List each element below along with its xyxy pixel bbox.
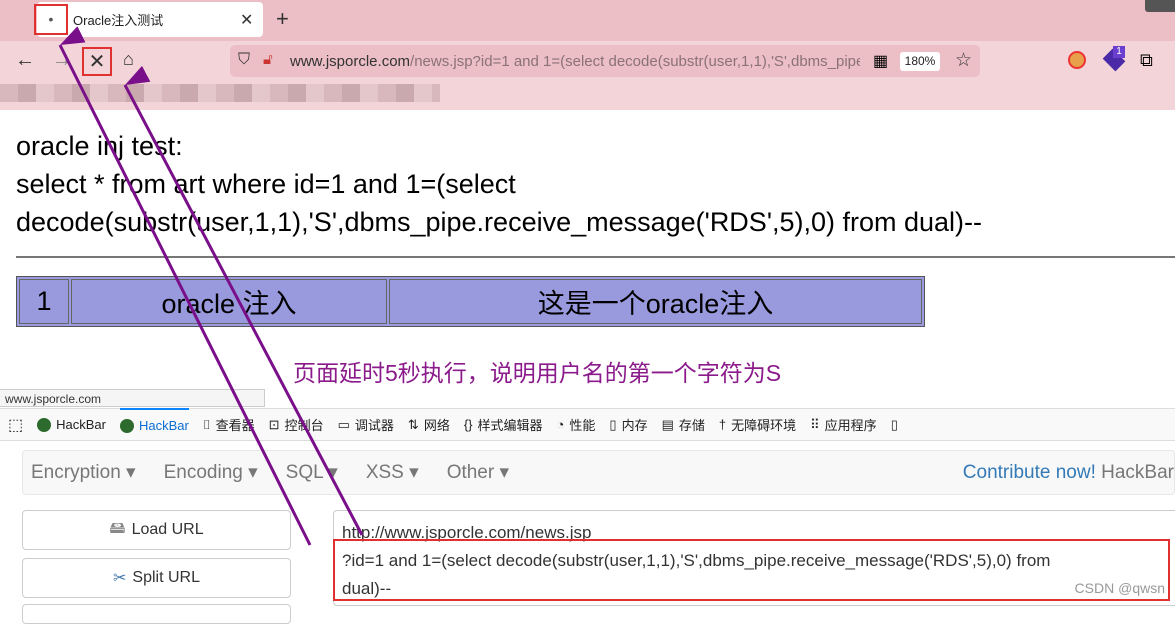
stop-icon[interactable]: ✕ (82, 47, 112, 76)
tab-storage[interactable]: ▤ 存储 (662, 408, 705, 441)
tab-network[interactable]: ⇅ 网络 (408, 408, 450, 441)
split-url-button[interactable]: ✂︎ Split URL (22, 558, 291, 598)
tab-active[interactable]: Oracle注入测试 (37, 2, 263, 37)
inspector-icon: ⌷ (202, 416, 211, 432)
load-icon: 🖴︎ (109, 519, 126, 537)
result-table: 1 oracle 注入 这是一个oracle注入 (16, 276, 925, 327)
tab-memory[interactable]: ▯ 内存 (609, 408, 647, 441)
hackbar-menu: Encryption ▾ Encoding ▾ SQL ▾ XSS ▾ Othe… (22, 450, 1175, 495)
status-url: www.jsporcle.com (0, 389, 265, 407)
extensions-puzzle-icon[interactable]: ⧉ (1140, 50, 1153, 71)
blocked-extension-icon[interactable] (1068, 51, 1086, 69)
tab-title: Oracle注入测试 (73, 13, 164, 28)
new-tab-button[interactable]: + (276, 6, 289, 32)
table-cell: oracle 注入 (71, 279, 387, 324)
load-url-button[interactable]: 🖴︎ Load URL (22, 510, 291, 550)
tab-application[interactable]: ⠿ 应用程序 (810, 408, 877, 441)
zoom-level[interactable]: 180% (900, 52, 940, 71)
bookmarks-bar-blurred (0, 84, 440, 102)
devtools-toolbar: ⬚ HackBar HackBar ⌷ 查看器 ⊡ 控制台 ▭ 调试器 ⇅ 网络 {} 样… (0, 408, 1175, 441)
tab-debugger[interactable]: ▭ 调试器 (338, 408, 394, 441)
menu-other[interactable]: Other ▾ (447, 461, 509, 484)
hackbar-icon (37, 417, 52, 432)
menu-xss[interactable]: XSS ▾ (366, 461, 419, 484)
url-bar[interactable]: ⛉ 🔓︎ www.jsporcle.com/news.jsp?id=1 and … (230, 45, 980, 77)
scissors-icon: ✂︎ (113, 570, 127, 587)
forward-icon[interactable]: → (52, 49, 72, 72)
console-icon: ⊡ (268, 416, 280, 432)
hackbar-icon (119, 418, 134, 433)
page-line: oracle inj test: (16, 131, 183, 161)
dot-icon: • (34, 4, 68, 35)
menu-sql[interactable]: SQL ▾ (286, 461, 338, 484)
menu-encryption[interactable]: Encryption ▾ (31, 461, 136, 484)
tab-performance[interactable]: ◔ 性能 (557, 408, 596, 441)
accessibility-icon: † (718, 417, 727, 432)
tab-accessibility[interactable]: † 无障碍环境 (719, 408, 796, 441)
tab-hackbar[interactable]: HackBar (37, 408, 106, 441)
responsive-icon[interactable]: ▯ (891, 417, 898, 433)
tab-style-editor[interactable]: {} 样式编辑器 (464, 408, 543, 441)
extension-badge: 1 (1113, 46, 1125, 58)
storage-icon: ▤ (661, 416, 674, 432)
braces-icon: {} (463, 417, 473, 432)
element-picker-icon[interactable]: ⬚ (8, 415, 23, 435)
execute-button[interactable] (22, 604, 291, 624)
close-tab-icon[interactable]: ✕ (240, 10, 253, 30)
back-icon[interactable]: ← (15, 49, 35, 72)
insecure-lock-icon: 🔓︎ (263, 51, 273, 68)
home-icon[interactable]: ⌂ (123, 49, 134, 70)
tab-console[interactable]: ⊡ 控制台 (269, 408, 324, 441)
debugger-icon: ▭ (337, 416, 350, 432)
memory-icon: ▯ (609, 416, 617, 432)
menu-encoding[interactable]: Encoding ▾ (164, 461, 258, 484)
performance-icon: ◔ (556, 417, 565, 432)
tab-hackbar-active[interactable]: HackBar (119, 408, 189, 441)
annotation-text: 页面延时5秒执行，说明用户名的第一个字符为S (293, 360, 782, 386)
minimize-button[interactable] (1145, 0, 1175, 12)
page-line: select * from art where id=1 and 1=(sele… (16, 169, 516, 199)
qr-code-icon[interactable]: ▦ (873, 51, 888, 71)
highlight-box (333, 539, 1170, 601)
url-path: /news.jsp?id=1 and 1=(select decode(subs… (410, 53, 860, 70)
watermark: CSDN @qwsn (1074, 580, 1165, 596)
url-domain: www.jsporcle.com (290, 53, 411, 70)
network-icon: ⇅ (407, 416, 419, 432)
table-cell: 1 (19, 279, 69, 324)
application-grid-icon: ⠿ (810, 416, 820, 432)
shield-icon: ⛉ (238, 51, 251, 68)
tab-inspector[interactable]: ⌷ 查看器 (203, 408, 255, 441)
contribute-link[interactable]: Contribute now! HackBar (963, 462, 1174, 484)
divider (16, 256, 1175, 258)
page-line: decode(substr(user,1,1),'S',dbms_pipe.re… (16, 207, 983, 237)
table-cell: 这是一个oracle注入 (389, 279, 922, 324)
bookmark-star-icon[interactable]: ☆ (955, 49, 972, 72)
